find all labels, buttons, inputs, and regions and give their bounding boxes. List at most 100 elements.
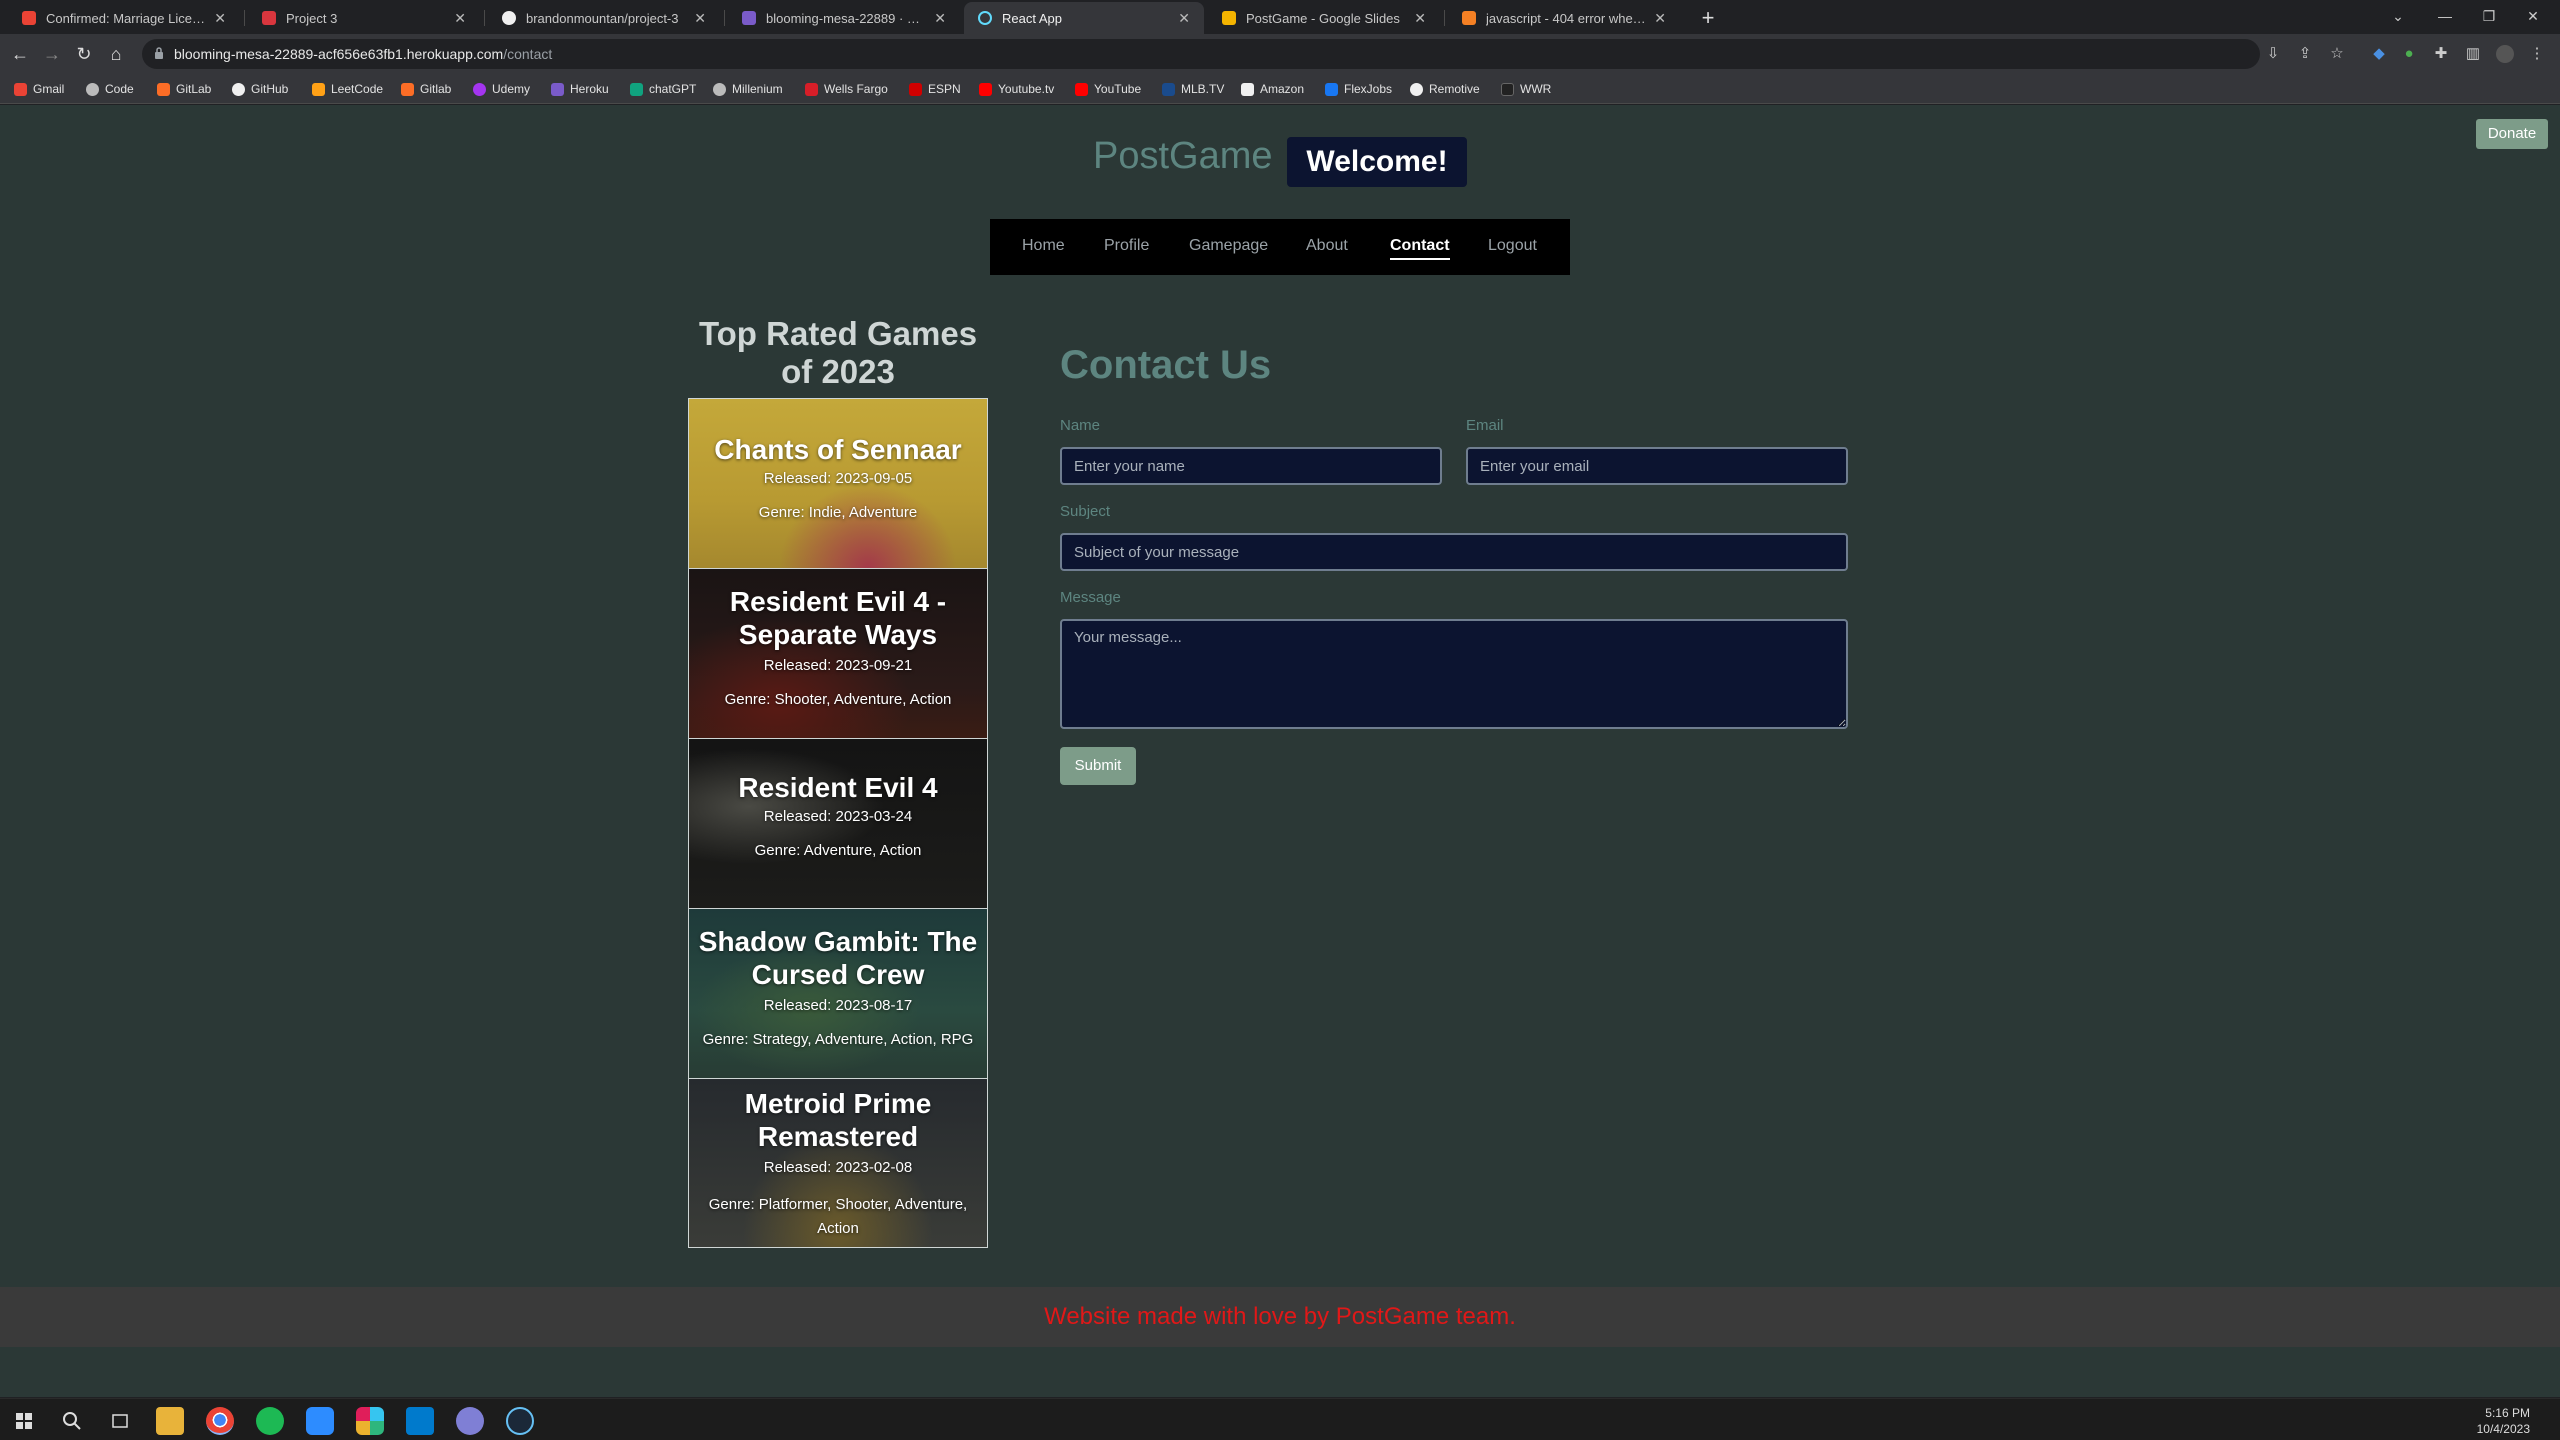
forward-icon[interactable]: → xyxy=(40,42,64,66)
tab-google-slides[interactable]: PostGame - Google Slides ✕ xyxy=(1208,2,1440,34)
bookmark-item[interactable]: Gitlab xyxy=(401,80,451,98)
url-text: blooming-mesa-22889-acf656e63fb1.herokua… xyxy=(174,46,552,62)
close-window-icon[interactable]: ✕ xyxy=(2518,4,2548,28)
bookmark-item[interactable]: Youtube.tv xyxy=(979,80,1054,98)
close-icon[interactable]: ✕ xyxy=(1414,10,1426,27)
nav-gamepage[interactable]: Gamepage xyxy=(1189,237,1268,255)
bookmark-item[interactable]: Code xyxy=(86,80,134,98)
tab-heroku-settings[interactable]: blooming-mesa-22889 · Setting ✕ xyxy=(728,2,960,34)
close-icon[interactable]: ✕ xyxy=(454,10,466,27)
submit-button[interactable]: Submit xyxy=(1060,747,1136,785)
gitlab-icon xyxy=(157,82,170,96)
bookmark-label: WWR xyxy=(1520,82,1552,96)
restore-icon[interactable]: ❐ xyxy=(2474,4,2504,28)
game-genre: Genre: Adventure, Action xyxy=(754,842,922,859)
zoom-icon[interactable] xyxy=(306,1407,334,1435)
spotify-icon[interactable] xyxy=(256,1407,284,1435)
game-card[interactable]: Metroid Prime Remastered Released: 2023-… xyxy=(689,1079,987,1247)
chrome-icon[interactable] xyxy=(206,1407,234,1435)
github-icon xyxy=(502,11,516,25)
tab-gmail[interactable]: Confirmed: Marriage License Ap ✕ xyxy=(8,2,240,34)
bookmark-item[interactable]: Remotive xyxy=(1410,80,1480,98)
obs-icon[interactable] xyxy=(456,1407,484,1435)
bookmark-label: YouTube xyxy=(1094,82,1142,96)
slack-icon[interactable] xyxy=(356,1407,384,1435)
game-card[interactable]: Resident Evil 4 - Separate Ways Released… xyxy=(689,569,987,739)
minimize-icon[interactable]: — xyxy=(2430,4,2460,28)
system-clock[interactable]: 5:16 PM 10/4/2023 xyxy=(2477,1405,2530,1437)
bookmark-label: Heroku xyxy=(570,82,609,96)
youtube-icon xyxy=(979,82,992,96)
name-input[interactable] xyxy=(1060,447,1442,485)
tab-search-icon[interactable]: ⌄ xyxy=(2383,4,2413,28)
start-icon[interactable] xyxy=(10,1407,38,1435)
bookmark-item[interactable]: Udemy xyxy=(473,80,530,98)
bookmark-item[interactable]: ESPN xyxy=(909,80,961,98)
close-icon[interactable]: ✕ xyxy=(214,10,226,27)
bookmark-item[interactable]: WWR xyxy=(1501,80,1551,98)
steam-icon[interactable] xyxy=(506,1407,534,1435)
menu-icon[interactable]: ⋮ xyxy=(2526,43,2548,65)
message-textarea[interactable] xyxy=(1060,619,1848,729)
nav-profile[interactable]: Profile xyxy=(1104,237,1149,255)
bookmark-label: Gitlab xyxy=(420,82,452,96)
nav-logout[interactable]: Logout xyxy=(1488,237,1537,255)
flexjobs-icon xyxy=(1325,82,1338,96)
tab-project-3[interactable]: Project 3 ✕ xyxy=(248,2,480,34)
bookmark-item[interactable]: GitHub xyxy=(232,80,288,98)
game-card[interactable]: Shadow Gambit: The Cursed Crew Released:… xyxy=(689,909,987,1079)
bookmark-item[interactable]: Gmail xyxy=(14,80,64,98)
nav-about[interactable]: About xyxy=(1306,237,1348,255)
site-brand[interactable]: PostGame xyxy=(1093,135,1273,178)
bookmark-item[interactable]: chatGPT xyxy=(630,80,696,98)
extensions-puzzle-icon[interactable]: ✚ xyxy=(2430,43,2452,65)
sidepanel-icon[interactable]: ▥ xyxy=(2462,43,2484,65)
tab-react-app[interactable]: React App ✕ xyxy=(964,2,1204,34)
game-card[interactable]: Resident Evil 4 Released: 2023-03-24 Gen… xyxy=(689,739,987,909)
close-icon[interactable]: ✕ xyxy=(694,10,706,27)
home-icon[interactable]: ⌂ xyxy=(104,42,128,66)
donate-button[interactable]: Donate xyxy=(2476,119,2548,149)
bookmark-item[interactable]: Wells Fargo xyxy=(805,80,888,98)
search-icon[interactable] xyxy=(58,1407,86,1435)
close-icon[interactable]: ✕ xyxy=(1654,10,1666,27)
bookmark-item[interactable]: GitLab xyxy=(157,80,211,98)
bookmark-item[interactable]: Amazon xyxy=(1241,80,1304,98)
reload-icon[interactable]: ↻ xyxy=(72,42,96,66)
avatar[interactable] xyxy=(2494,43,2516,65)
game-title: Chants of Sennaar xyxy=(714,434,962,465)
game-genre: Genre: Platformer, Shooter, Adventure, A… xyxy=(708,1196,968,1237)
nav-contact[interactable]: Contact xyxy=(1390,237,1450,260)
bookmark-item[interactable]: Millenium xyxy=(713,80,783,98)
bookmark-item[interactable]: Heroku xyxy=(551,80,609,98)
bookmark-item[interactable]: MLB.TV xyxy=(1162,80,1224,98)
star-icon[interactable]: ☆ xyxy=(2326,43,2348,65)
bookmark-item[interactable]: YouTube xyxy=(1075,80,1141,98)
share-icon[interactable]: ⇪ xyxy=(2294,43,2316,65)
email-input[interactable] xyxy=(1466,447,1848,485)
close-icon[interactable]: ✕ xyxy=(934,10,946,27)
close-icon[interactable]: ✕ xyxy=(1178,10,1190,27)
subject-input[interactable] xyxy=(1060,533,1848,571)
file-explorer-icon[interactable] xyxy=(156,1407,184,1435)
install-icon[interactable]: ⇩ xyxy=(2262,43,2284,65)
vscode-icon[interactable] xyxy=(406,1407,434,1435)
react-icon xyxy=(978,11,992,25)
tab-stackoverflow[interactable]: javascript - 404 error when refre ✕ xyxy=(1448,2,1680,34)
address-bar[interactable]: blooming-mesa-22889-acf656e63fb1.herokua… xyxy=(142,39,2260,69)
extension-green-icon[interactable]: ● xyxy=(2398,43,2420,65)
game-card[interactable]: Chants of Sennaar Released: 2023-09-05 G… xyxy=(689,399,987,569)
bookmark-item[interactable]: LeetCode xyxy=(312,80,383,98)
extension-badge-icon[interactable]: ◆ xyxy=(2368,43,2390,65)
trello-icon xyxy=(262,11,276,25)
bookmark-label: FlexJobs xyxy=(1344,82,1393,96)
contact-title: Contact Us xyxy=(1060,343,1272,387)
task-view-icon[interactable] xyxy=(106,1407,134,1435)
nav-home[interactable]: Home xyxy=(1022,237,1065,255)
mlb-icon xyxy=(1162,82,1175,96)
new-tab-button[interactable]: + xyxy=(1694,4,1722,32)
bookmark-item[interactable]: FlexJobs xyxy=(1325,80,1392,98)
back-icon[interactable]: ← xyxy=(8,42,32,66)
chatgpt-icon xyxy=(630,82,643,96)
tab-github-repo[interactable]: brandonmountan/project-3 ✕ xyxy=(488,2,720,34)
